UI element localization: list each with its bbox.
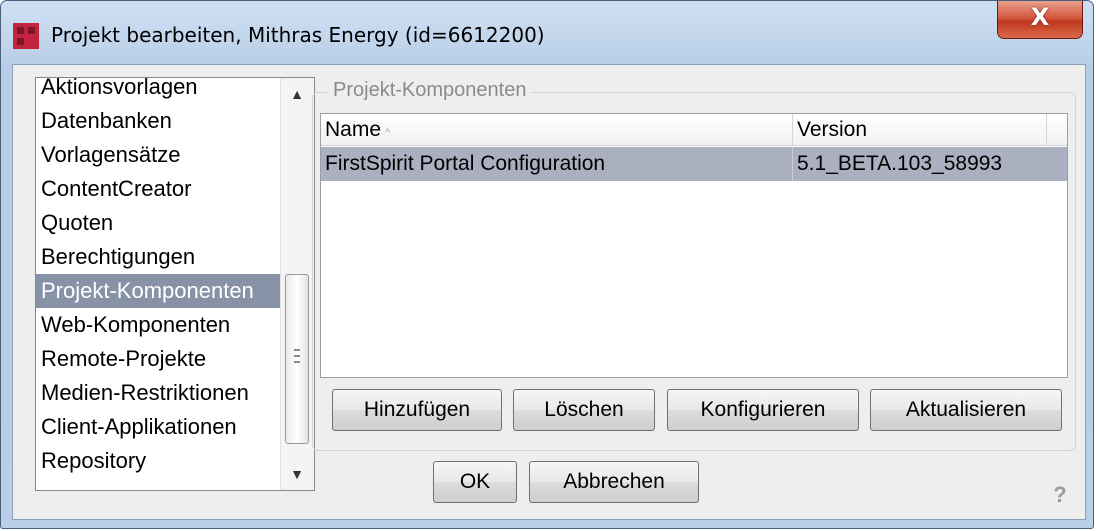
dialog-window: Projekt bearbeiten, Mithras Energy (id=6…	[0, 0, 1094, 529]
title-bar[interactable]: Projekt bearbeiten, Mithras Energy (id=6…	[1, 1, 1093, 67]
cancel-button[interactable]: Abbrechen	[529, 461, 699, 503]
grip-icon	[294, 355, 300, 357]
sidebar-list: Aktionsvorlagen Datenbanken Vorlagensätz…	[35, 77, 315, 491]
grip-icon	[294, 349, 300, 351]
sort-ascending-icon: ^	[385, 127, 391, 139]
sidebar-item-remote-projekte[interactable]: Remote-Projekte	[36, 342, 280, 376]
sidebar-item-berechtigungen[interactable]: Berechtigungen	[36, 240, 280, 274]
scrollbar-thumb[interactable]	[285, 274, 309, 444]
group-legend: Projekt-Komponenten	[329, 79, 531, 102]
cell-name: FirstSpirit Portal Configuration	[321, 147, 793, 181]
sidebar-item-medien-restriktionen[interactable]: Medien-Restriktionen	[36, 376, 280, 410]
sidebar-item-repository[interactable]: Repository	[36, 444, 280, 478]
grip-icon	[294, 361, 300, 363]
help-icon[interactable]: ?	[1047, 482, 1073, 508]
sidebar-item-vorlagensaetze[interactable]: Vorlagensätze	[36, 138, 280, 172]
sidebar-item-contentcreator[interactable]: ContentCreator	[36, 172, 280, 206]
firstspirit-app-icon	[13, 23, 39, 49]
window-title: Projekt bearbeiten, Mithras Energy (id=6…	[51, 23, 545, 47]
column-header-name[interactable]: Name ^	[321, 114, 793, 145]
scroll-down-icon[interactable]: ▼	[284, 460, 310, 488]
close-icon: X	[1030, 3, 1050, 31]
dialog-content: Aktionsvorlagen Datenbanken Vorlagensätz…	[12, 64, 1086, 520]
column-header-version[interactable]: Version	[793, 114, 1047, 145]
table-header: Name ^ Version	[321, 114, 1067, 146]
sidebar-item-projekt-komponenten[interactable]: Projekt-Komponenten	[36, 274, 280, 308]
update-button[interactable]: Aktualisieren	[870, 389, 1062, 431]
sidebar-items: Aktionsvorlagen Datenbanken Vorlagensätz…	[36, 78, 280, 478]
sidebar-item-aktionsvorlagen[interactable]: Aktionsvorlagen	[36, 78, 280, 104]
ok-button[interactable]: OK	[433, 461, 517, 503]
add-button[interactable]: Hinzufügen	[332, 389, 502, 431]
projekt-komponenten-group: Projekt-Komponenten Name ^ Version FirstS…	[312, 79, 1076, 451]
close-button[interactable]: X	[997, 1, 1083, 39]
sidebar-item-quoten[interactable]: Quoten	[36, 206, 280, 240]
sidebar-item-web-komponenten[interactable]: Web-Komponenten	[36, 308, 280, 342]
configure-button[interactable]: Konfigurieren	[667, 389, 859, 431]
cell-version: 5.1_BETA.103_58993	[797, 152, 1003, 175]
sidebar-item-client-applikationen[interactable]: Client-Applikationen	[36, 410, 280, 444]
sidebar-item-datenbanken[interactable]: Datenbanken	[36, 104, 280, 138]
sidebar-scrollbar[interactable]: ▲ ▼	[280, 78, 314, 490]
delete-button[interactable]: Löschen	[513, 389, 655, 431]
table-row[interactable]: FirstSpirit Portal Configuration 5.1_BET…	[321, 147, 1067, 181]
scroll-up-icon[interactable]: ▲	[284, 80, 310, 108]
components-table: Name ^ Version FirstSpirit Portal Configu…	[320, 113, 1068, 378]
